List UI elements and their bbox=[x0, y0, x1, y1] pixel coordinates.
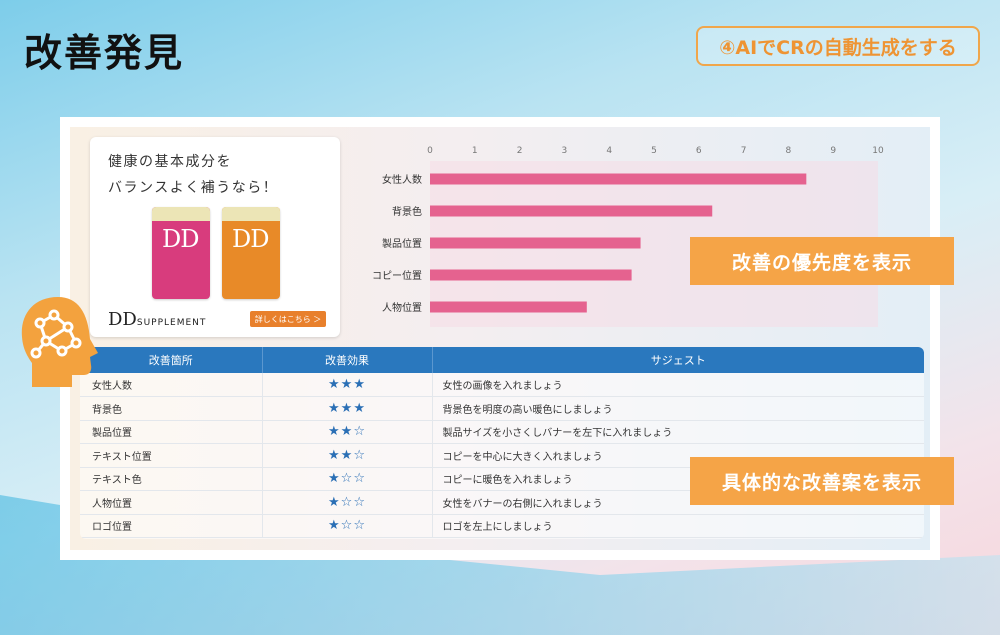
header-suggest: サジェスト bbox=[431, 347, 924, 373]
cell-suggest: 女性の画像を入れましょう bbox=[431, 373, 924, 397]
category-label: 背景色 bbox=[392, 205, 422, 218]
brand-logo-sub: SUPPLEMENT bbox=[136, 318, 207, 328]
cell-area: テキスト色 bbox=[80, 467, 262, 491]
x-tick-label: 5 bbox=[651, 146, 657, 156]
x-tick-label: 3 bbox=[562, 146, 568, 156]
orange-bottle-image: DD bbox=[222, 207, 280, 299]
cell-area: ロゴ位置 bbox=[80, 514, 262, 538]
suggestion-table: 改善箇所 改善効果 サジェスト 女性人数 ★★★ 女性の画像を入れましょう 背景色 ★… bbox=[80, 347, 924, 539]
cell-effect-stars: ★★☆ bbox=[261, 420, 432, 444]
priority-bar-chart: 0 1 2 3 4 5 6 7 8 9 10 女性人数背景色製品位置コピー位置人物位置 bbox=[350, 141, 910, 331]
cell-effect-stars: ★☆☆ bbox=[261, 514, 432, 538]
x-tick-label: 8 bbox=[786, 146, 792, 156]
cell-area: 製品位置 bbox=[80, 420, 262, 444]
table-header-row: 改善箇所 改善効果 サジェスト bbox=[80, 347, 924, 373]
cell-effect-stars: ★★★ bbox=[261, 396, 432, 421]
table-row: 背景色 ★★★ 背景色を明度の高い暖色にしましょう bbox=[80, 396, 924, 421]
x-tick-label: 6 bbox=[696, 146, 702, 156]
bar bbox=[430, 237, 641, 249]
bar bbox=[430, 205, 713, 217]
x-tick-label: 9 bbox=[830, 146, 836, 156]
x-tick-label: 2 bbox=[517, 146, 523, 156]
cell-area: テキスト位置 bbox=[80, 443, 262, 468]
bottle-cap bbox=[152, 207, 210, 221]
panel-background: 健康の基本成分を バランスよく補うなら！ DD DD DDSUPPLEMENT … bbox=[70, 127, 954, 550]
result-panel: 健康の基本成分を バランスよく補うなら！ DD DD DDSUPPLEMENT … bbox=[60, 117, 954, 560]
step-badge: ④AIでCRの自動生成をする bbox=[696, 26, 980, 66]
category-label: 製品位置 bbox=[382, 237, 422, 250]
x-tick-label: 10 bbox=[872, 146, 884, 156]
suggestion-callout: 具体的な改善案を表示 bbox=[690, 457, 954, 505]
brand-logo-main: DD bbox=[108, 309, 137, 330]
bar bbox=[430, 301, 587, 313]
cell-effect-stars: ★★☆ bbox=[261, 443, 432, 468]
ad-cta-button[interactable]: 詳しくはこちら ＞ bbox=[250, 311, 326, 327]
chart-svg: 0 1 2 3 4 5 6 7 8 9 10 女性人数背景色製品位置コピー位置人物位置 bbox=[372, 146, 884, 327]
table-row: 製品位置 ★★☆ 製品サイズを小さくしバナーを左下に入れましょう bbox=[80, 420, 924, 444]
category-label: コピー位置 bbox=[372, 269, 422, 282]
table-row: ロゴ位置 ★☆☆ ロゴを左上にしましょう bbox=[80, 514, 924, 538]
ai-brain-icon bbox=[21, 297, 98, 387]
suggestion-table-grid: 改善箇所 改善効果 サジェスト 女性人数 ★★★ 女性の画像を入れましょう 背景色 ★… bbox=[80, 347, 924, 538]
cell-suggest: 製品サイズを小さくしバナーを左下に入れましょう bbox=[431, 420, 924, 444]
bottle-label: DD bbox=[232, 225, 269, 253]
category-label: 女性人数 bbox=[382, 173, 422, 186]
page-title: 改善発見 bbox=[24, 31, 185, 75]
x-tick-label: 7 bbox=[741, 146, 747, 156]
bottle-label: DD bbox=[162, 225, 199, 253]
cell-suggest: ロゴを左上にしましょう bbox=[431, 514, 924, 538]
bar bbox=[430, 173, 807, 185]
x-tick-label: 1 bbox=[472, 146, 478, 156]
cell-suggest: 背景色を明度の高い暖色にしましょう bbox=[431, 396, 924, 421]
category-label: 人物位置 bbox=[382, 301, 422, 314]
cell-effect-stars: ★☆☆ bbox=[261, 467, 432, 491]
cell-area: 人物位置 bbox=[80, 490, 262, 515]
brand-logo: DDSUPPLEMENT bbox=[108, 309, 206, 330]
priority-callout: 改善の優先度を表示 bbox=[690, 237, 954, 285]
pink-bottle-image: DD bbox=[152, 207, 210, 299]
cell-effect-stars: ★★★ bbox=[261, 373, 432, 397]
header-effect: 改善効果 bbox=[261, 347, 432, 373]
x-tick-label: 0 bbox=[427, 146, 433, 156]
bottle-cap bbox=[222, 207, 280, 221]
x-tick-label: 4 bbox=[606, 146, 612, 156]
table-row: 女性人数 ★★★ 女性の画像を入れましょう bbox=[80, 373, 924, 397]
cell-effect-stars: ★☆☆ bbox=[261, 490, 432, 515]
ad-banner-preview: 健康の基本成分を バランスよく補うなら！ DD DD DDSUPPLEMENT … bbox=[90, 137, 340, 337]
bar bbox=[430, 269, 632, 281]
ad-headline: 健康の基本成分を バランスよく補うなら！ bbox=[108, 154, 279, 196]
